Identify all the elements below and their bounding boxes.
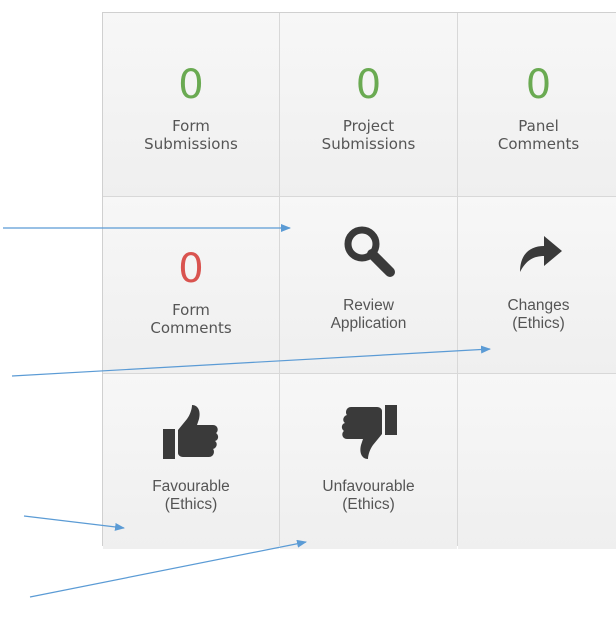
form-comments-label: Form Comments: [150, 301, 231, 337]
share-arrow-icon: [512, 211, 566, 291]
project-submissions-tile[interactable]: 0 Project Submissions: [280, 13, 457, 196]
project-submissions-label-line2: Submissions: [321, 135, 416, 153]
form-submissions-label: Form Submissions: [144, 117, 238, 153]
form-comments-count: 0: [178, 246, 204, 292]
form-submissions-tile[interactable]: 0 Form Submissions: [103, 13, 279, 196]
form-comments-label-line1: Form: [172, 301, 210, 319]
changes-ethics-tile[interactable]: Changes (Ethics): [458, 197, 616, 373]
review-application-label: Review Application: [331, 297, 407, 333]
form-submissions-label-line1: Form: [172, 117, 210, 135]
thumbs-up-icon: [161, 392, 221, 472]
thumbs-down-icon: [339, 392, 399, 472]
project-submissions-label-line1: Project: [342, 117, 395, 135]
favourable-ethics-label-line2: (Ethics): [164, 496, 218, 513]
changes-ethics-label-line1: Changes: [507, 297, 570, 314]
changes-ethics-label: Changes (Ethics): [507, 297, 569, 333]
form-comments-label-line2: Comments: [150, 319, 232, 337]
unfavourable-ethics-label: Unfavourable (Ethics): [322, 478, 414, 514]
panel-comments-tile[interactable]: 0 Panel Comments: [458, 13, 616, 196]
favourable-ethics-label: Favourable (Ethics): [152, 478, 230, 514]
form-comments-tile[interactable]: 0 Form Comments: [103, 197, 279, 373]
panel-comments-label-line2: Comments: [497, 135, 580, 153]
review-application-tile[interactable]: Review Application: [280, 197, 457, 373]
unfavourable-ethics-label-line1: Unfavourable: [322, 478, 415, 495]
changes-ethics-label-line2: (Ethics): [512, 315, 565, 332]
review-application-label-line2: Application: [330, 315, 407, 332]
panel-comments-label: Panel Comments: [498, 117, 579, 153]
form-submissions-label-line2: Submissions: [144, 135, 238, 153]
empty-tile: [458, 374, 616, 549]
form-submissions-count: 0: [178, 62, 204, 108]
arrow-to-unfavourable-ethics: [29, 539, 307, 598]
panel-comments-count: 0: [525, 62, 552, 108]
panel-comments-label-line1: Panel: [518, 117, 559, 135]
project-submissions-label: Project Submissions: [322, 117, 416, 153]
review-application-label-line1: Review: [343, 297, 394, 314]
favourable-ethics-tile[interactable]: Favourable (Ethics): [103, 374, 279, 549]
favourable-ethics-label-line1: Favourable: [152, 478, 230, 495]
unfavourable-ethics-tile[interactable]: Unfavourable (Ethics): [280, 374, 457, 549]
dashboard-tile-grid: 0 Form Submissions 0 Project Submissions…: [102, 12, 616, 549]
project-submissions-count: 0: [355, 62, 382, 108]
search-icon: [342, 211, 396, 291]
unfavourable-ethics-label-line2: (Ethics): [342, 496, 395, 513]
